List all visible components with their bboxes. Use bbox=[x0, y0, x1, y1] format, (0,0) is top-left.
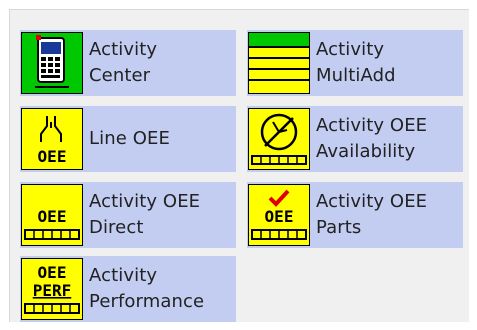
tile-activity-center[interactable]: Activity Center bbox=[20, 30, 236, 96]
tile-label: Activity OEE Availability bbox=[316, 115, 428, 162]
tile-activity-performance[interactable]: OEE PERF Activity Performance bbox=[20, 256, 236, 322]
svg-text:OEE: OEE bbox=[38, 263, 67, 282]
svg-text:OEE: OEE bbox=[38, 147, 67, 166]
tile-line-oee[interactable]: OEE Line OEE bbox=[20, 106, 236, 172]
svg-text:OEE: OEE bbox=[265, 207, 294, 226]
tile-activity-oee-parts[interactable]: OEE Activity OEE Parts bbox=[247, 182, 463, 248]
activity-center-icon bbox=[21, 32, 83, 94]
line-oee-icon: OEE bbox=[21, 108, 83, 170]
oee-availability-icon bbox=[248, 108, 310, 170]
tile-label: Activity MultiAdd bbox=[316, 39, 396, 86]
tile-label: Activity Performance bbox=[89, 265, 205, 312]
tile-label: Line OEE bbox=[89, 128, 170, 149]
tile-label: Activity Center bbox=[89, 39, 158, 86]
svg-text:OEE: OEE bbox=[38, 207, 67, 226]
tile-activity-oee-direct[interactable]: OEE Activity OEE Direct bbox=[20, 182, 236, 248]
tile-label: Activity OEE Parts bbox=[316, 191, 428, 238]
activity-launcher-panel: Activity Center Activity MultiAdd OEE Li… bbox=[9, 9, 469, 322]
oee-direct-icon: OEE bbox=[21, 184, 83, 246]
activity-multiadd-icon bbox=[248, 32, 310, 94]
oee-performance-icon: OEE PERF bbox=[21, 258, 83, 320]
oee-parts-icon: OEE bbox=[248, 184, 310, 246]
tile-activity-oee-availability[interactable]: Activity OEE Availability bbox=[247, 106, 463, 172]
svg-text:PERF: PERF bbox=[33, 281, 72, 300]
tile-label: Activity OEE Direct bbox=[89, 191, 201, 238]
tile-activity-multiadd[interactable]: Activity MultiAdd bbox=[247, 30, 463, 96]
